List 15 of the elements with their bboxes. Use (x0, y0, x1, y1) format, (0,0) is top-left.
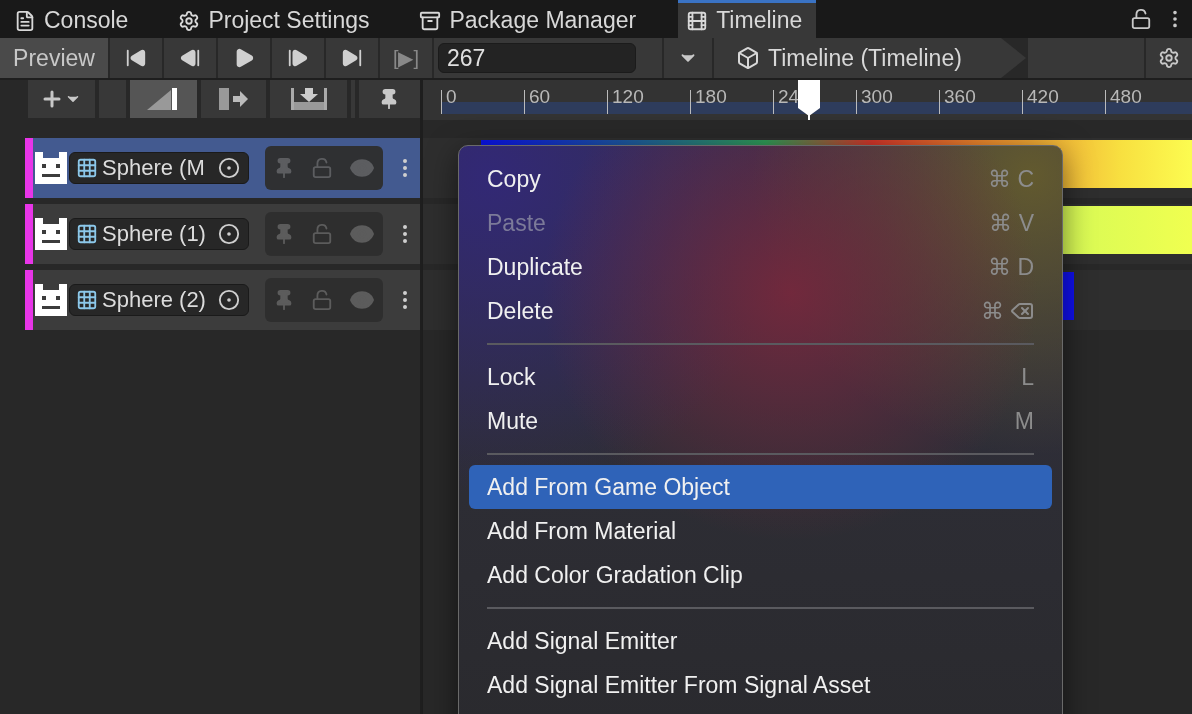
ruler-label: 360 (944, 86, 976, 108)
shortcut-label: L (1021, 363, 1034, 391)
shortcut-label: ⌘ (981, 297, 1034, 325)
ruler-label: 480 (1110, 86, 1142, 108)
shortcut-label: ⌘ C (988, 165, 1034, 193)
shortcut-label: ⌘ V (989, 209, 1034, 237)
ruler-label: 60 (529, 86, 551, 108)
ruler-label: 120 (612, 86, 644, 108)
ruler-label: 420 (1027, 86, 1059, 108)
shortcut-label: M (1014, 407, 1034, 435)
shortcut-label: ⌘ D (988, 253, 1034, 281)
ruler-label: 300 (861, 86, 893, 108)
ruler-label: 0 (446, 86, 457, 108)
ruler-label: 24 (778, 86, 800, 108)
ruler-label: 180 (695, 86, 727, 108)
